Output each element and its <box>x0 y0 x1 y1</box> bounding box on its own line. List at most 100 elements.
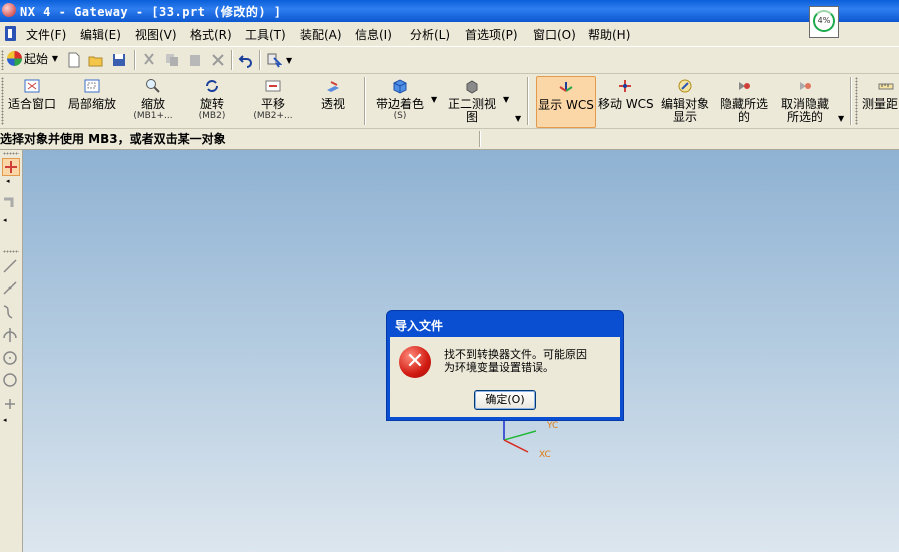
trimetric-view-button[interactable]: 正二测视 图 <box>443 76 501 126</box>
edit-object-display-button[interactable]: 编辑对象 显示 <box>656 76 714 126</box>
shaded-edges-button[interactable]: 带边着色 (S) <box>372 76 428 126</box>
chevron-down-icon[interactable]: ▼ <box>286 56 292 65</box>
toolbar-separator <box>850 77 851 125</box>
toolbar-separator <box>259 50 260 70</box>
perspective-icon <box>327 81 339 92</box>
point-icon[interactable] <box>2 396 18 412</box>
import-file-dialog: 导入文件 ✕ 找不到转换器文件。可能原因 为环境变量设置错误。 确定(O) <box>386 310 624 421</box>
chevron-down-icon: ▼ <box>51 54 58 63</box>
pipe-icon[interactable] <box>2 195 18 211</box>
cut-icon[interactable] <box>141 52 157 68</box>
dialog-message: 找不到转换器文件。可能原因 为环境变量设置错误。 <box>444 348 616 374</box>
menu-analysis[interactable]: 分析(L) <box>410 26 450 43</box>
ok-button[interactable]: 确定(O) <box>474 390 536 410</box>
toolbar-separator <box>134 50 135 70</box>
save-icon[interactable] <box>111 52 127 68</box>
move-wcs-button[interactable]: 移动 WCS <box>598 76 654 126</box>
chevron-down-icon[interactable]: ◂ <box>3 216 7 224</box>
chevron-down-icon[interactable]: ▼ <box>431 95 437 104</box>
pan-label: 平移 <box>260 97 285 111</box>
menu-file[interactable]: 文件(F) <box>26 26 66 43</box>
menu-edit[interactable]: 编辑(E) <box>80 26 121 43</box>
circle-icon[interactable] <box>2 372 18 388</box>
trimetric-view-label-2: 图 <box>465 110 478 124</box>
start-button[interactable]: 起始 ▼ <box>7 50 58 70</box>
status-divider <box>479 131 480 147</box>
fit-window-icon <box>24 79 40 93</box>
spline-icon[interactable] <box>2 304 18 320</box>
display-wcs-button[interactable]: 显示 WCS <box>536 76 596 128</box>
rotate-button[interactable]: 旋转 (MB2) <box>186 76 238 126</box>
chevron-down-icon[interactable]: ◂ <box>6 177 10 185</box>
menu-tools[interactable]: 工具(T) <box>245 26 286 43</box>
new-file-icon[interactable] <box>66 52 82 68</box>
perspective-label: 透视 <box>320 97 345 111</box>
chevron-down-icon[interactable]: ▼ <box>515 114 521 123</box>
circle-center-icon[interactable] <box>2 350 18 366</box>
cue-line: 选择对象并使用 MB3，或者双击某一对象 <box>0 129 899 150</box>
error-icon: ✕ <box>399 346 431 378</box>
chevron-down-icon[interactable]: ▼ <box>838 114 844 123</box>
toolbar-grip[interactable] <box>1 50 4 70</box>
trimetric-view-icon <box>466 80 478 94</box>
progress-percent: 4% <box>817 16 831 25</box>
line-icon[interactable] <box>2 258 18 274</box>
start-logo-icon <box>7 51 22 66</box>
toolbar-grip[interactable] <box>3 250 19 253</box>
pan-button[interactable]: 平移 (MB2+... <box>246 76 300 126</box>
menu-window[interactable]: 窗口(O) <box>533 26 576 43</box>
arc-icon[interactable] <box>2 326 18 342</box>
unhide-selected-button[interactable]: 取消隐藏 所选的 <box>776 76 834 126</box>
paste-icon[interactable] <box>187 52 203 68</box>
toolbar-grip[interactable] <box>855 77 858 125</box>
fit-window-button[interactable]: 适合窗口 <box>6 76 58 126</box>
measure-distance-button[interactable]: 测量距 <box>860 76 899 126</box>
title-bar: NX 4 - Gateway - [33.prt (修改的) ] <box>0 0 899 22</box>
standard-toolbar: 起始 ▼ ▼ <box>0 47 899 74</box>
edit-object-display-icon <box>678 79 692 93</box>
window-title: NX 4 - Gateway - [33.prt (修改的) ] <box>20 5 282 19</box>
toolbar-grip[interactable] <box>1 77 4 125</box>
line-point-icon[interactable] <box>2 280 18 296</box>
selection-filter-icon[interactable] <box>266 52 282 68</box>
chevron-down-icon[interactable]: ◂ <box>3 416 7 424</box>
left-toolbar: ◂ ◂ ◂ <box>0 150 23 552</box>
move-wcs-icon <box>619 80 631 92</box>
pan-icon <box>265 80 281 92</box>
menu-help[interactable]: 帮助(H) <box>588 26 630 43</box>
dialog-title: 导入文件 <box>395 319 444 333</box>
measure-distance-label: 测量距 <box>862 97 899 111</box>
undo-icon[interactable] <box>238 52 254 68</box>
nx-app-icon[interactable] <box>2 3 16 17</box>
fit-window-label: 适合窗口 <box>7 97 56 111</box>
rotate-label: 旋转 <box>199 97 224 111</box>
dialog-message-line2: 为环境变量设置错误。 <box>444 361 554 374</box>
move-wcs-label: 移动 WCS <box>598 97 654 111</box>
hide-selected-button[interactable]: 隐藏所选 的 <box>716 76 772 126</box>
unhide-selected-label-2: 所选的 <box>786 110 823 124</box>
open-folder-icon[interactable] <box>88 52 104 68</box>
perspective-button[interactable]: 透视 <box>312 76 354 126</box>
hide-selected-icon <box>739 82 750 90</box>
menu-view[interactable]: 视图(V) <box>135 26 177 43</box>
menu-assembly[interactable]: 装配(A) <box>300 26 342 43</box>
copy-icon[interactable] <box>164 52 180 68</box>
shaded-edges-label: 带边着色 <box>375 97 424 111</box>
zoom-button[interactable]: 缩放 (MB1+... <box>126 76 180 126</box>
shaded-edges-icon <box>393 79 407 94</box>
chevron-down-icon[interactable]: ▼ <box>503 95 509 104</box>
menu-format[interactable]: 格式(R) <box>190 26 232 43</box>
hide-selected-label-2: 的 <box>737 110 750 124</box>
menu-information[interactable]: 信息(I) <box>355 26 392 43</box>
measure-distance-icon <box>878 83 894 90</box>
menu-preferences[interactable]: 首选项(P) <box>465 26 518 43</box>
toolbar-grip[interactable] <box>3 152 19 155</box>
display-wcs-icon <box>559 82 573 92</box>
zoom-region-button[interactable]: 局部缩放 <box>64 76 120 126</box>
document-icon <box>5 26 16 41</box>
toolbar-separator <box>527 77 528 125</box>
snap-point-icon[interactable] <box>2 158 20 176</box>
delete-icon[interactable] <box>210 52 226 68</box>
view-toolbar: 适合窗口 局部缩放 缩放 (MB1+... 旋转 (MB2) 平移 (MB2+.… <box>0 74 899 129</box>
wcs-xc-label: XC <box>539 450 551 460</box>
